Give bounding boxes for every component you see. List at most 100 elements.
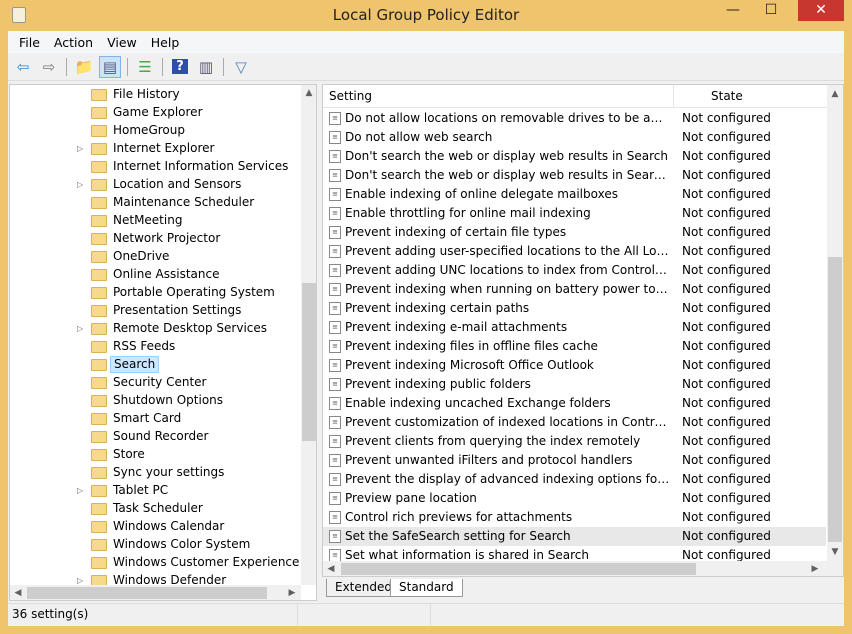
table-row[interactable]: ≡ Do not allow locations on removable dri… [323, 109, 826, 128]
scroll-up-icon[interactable]: ▲ [827, 89, 843, 99]
action-pane-button[interactable]: ▥ [195, 56, 217, 78]
table-row[interactable]: ≡ Prevent indexing e-mail attachments Not … [323, 318, 826, 337]
table-row[interactable]: ≡ Enable throttling for online mail index… [323, 204, 826, 223]
menu-view[interactable]: View [100, 35, 144, 50]
scroll-thumb[interactable] [341, 563, 696, 575]
scroll-down-icon[interactable]: ▼ [827, 547, 843, 557]
table-row[interactable]: ≡ Enable indexing uncached Exchange folde… [323, 394, 826, 413]
minimize-button[interactable]: — [720, 0, 746, 21]
table-row[interactable]: ≡ Prevent the display of advanced indexin… [323, 470, 826, 489]
table-row[interactable]: ≡ Prevent indexing Microsoft Office Outlo… [323, 356, 826, 375]
expand-icon[interactable]: ▷ [77, 320, 83, 338]
tree-item[interactable]: Maintenance Scheduler [10, 194, 300, 212]
maximize-button[interactable]: ☐ [758, 0, 784, 21]
tree-item[interactable]: OneDrive [10, 248, 300, 266]
tree-item[interactable]: RSS Feeds [10, 338, 300, 356]
tree-item[interactable]: ▷ Tablet PC [10, 482, 300, 500]
tree-item[interactable]: ▷ Location and Sensors [10, 176, 300, 194]
filter-button[interactable]: ▽ [230, 56, 252, 78]
scroll-thumb[interactable] [828, 257, 842, 542]
table-row[interactable]: ≡ Prevent customization of indexed locati… [323, 413, 826, 432]
scroll-up-icon[interactable]: ▲ [301, 88, 316, 98]
tree-horizontal-scrollbar[interactable]: ◀ ▶ [10, 585, 301, 600]
tree-item[interactable]: Windows Color System [10, 536, 300, 554]
tree-item[interactable]: ▷ Windows Defender [10, 572, 300, 585]
expand-icon[interactable]: ▷ [77, 482, 83, 500]
setting-name: Do not allow web search [345, 130, 493, 144]
tree-item[interactable]: Presentation Settings [10, 302, 300, 320]
show-hide-tree-button[interactable]: ▤ [99, 55, 121, 78]
list-horizontal-scrollbar[interactable]: ◀ ▶ [323, 561, 843, 576]
tree-item[interactable]: Shutdown Options [10, 392, 300, 410]
tree-item[interactable]: NetMeeting [10, 212, 300, 230]
tree-item[interactable]: Security Center [10, 374, 300, 392]
tree-item[interactable]: Game Explorer [10, 104, 300, 122]
up-folder-icon: 📁 [74, 57, 94, 76]
setting-name: Prevent indexing of certain file types [345, 225, 567, 239]
tree-item[interactable]: Search [10, 356, 300, 374]
policy-setting-icon: ≡ [329, 492, 341, 505]
expand-icon[interactable]: ▷ [77, 140, 83, 158]
help-button[interactable]: ? [169, 56, 191, 78]
tree-item[interactable]: Windows Calendar [10, 518, 300, 536]
tree-item[interactable]: Network Projector [10, 230, 300, 248]
export-list-button[interactable]: ☰ [134, 56, 156, 78]
table-row[interactable]: ≡ Control rich previews for attachments No… [323, 508, 826, 527]
table-row[interactable]: ≡ Prevent indexing certain paths Not confi… [323, 299, 826, 318]
table-row[interactable]: ≡ Set the SafeSearch setting for Search No… [323, 527, 826, 546]
tree-item[interactable]: Task Scheduler [10, 500, 300, 518]
table-row[interactable]: ≡ Enable indexing of online delegate mail… [323, 185, 826, 204]
tree-item-label: Security Center [113, 375, 207, 389]
table-row[interactable]: ≡ Prevent indexing of certain file types N… [323, 223, 826, 242]
table-row[interactable]: ≡ Prevent adding UNC locations to index f… [323, 261, 826, 280]
scroll-right-icon[interactable]: ▶ [807, 564, 823, 574]
tree-vertical-scrollbar[interactable]: ▲ [301, 85, 316, 585]
table-row[interactable]: ≡ Prevent indexing files in offline files… [323, 337, 826, 356]
tree-item[interactable]: Sync your settings [10, 464, 300, 482]
tree-item-label: Task Scheduler [113, 501, 203, 515]
tree-item[interactable]: ▷ Remote Desktop Services [10, 320, 300, 338]
tree-item[interactable]: Sound Recorder [10, 428, 300, 446]
column-setting[interactable]: Setting [329, 89, 372, 103]
policy-tree: File History Game Explorer HomeGroup ▷ Inter… [10, 85, 301, 585]
tree-item[interactable]: Windows Customer Experience Imp [10, 554, 301, 572]
view-tabs: Extended Standard [322, 577, 844, 599]
tree-item[interactable]: Smart Card [10, 410, 300, 428]
tree-item[interactable]: Portable Operating System [10, 284, 300, 302]
tree-item[interactable]: Store [10, 446, 300, 464]
scroll-thumb[interactable] [302, 283, 316, 441]
tree-item[interactable]: File History [10, 86, 300, 104]
table-row[interactable]: ≡ Don't search the web or display web res… [323, 166, 826, 185]
tree-item[interactable]: HomeGroup [10, 122, 300, 140]
table-row[interactable]: ≡ Prevent indexing when running on batter… [323, 280, 826, 299]
menu-help[interactable]: Help [144, 35, 187, 50]
table-row[interactable]: ≡ Preview pane location Not configured [323, 489, 826, 508]
scroll-thumb[interactable] [27, 587, 267, 599]
close-button[interactable]: ✕ [798, 0, 844, 21]
tree-item-label: Shutdown Options [113, 393, 224, 407]
table-row[interactable]: ≡ Prevent adding user-specified locations… [323, 242, 826, 261]
menu-file[interactable]: File [12, 35, 47, 50]
scroll-left-icon[interactable]: ◀ [10, 588, 26, 598]
tab-standard[interactable]: Standard [390, 579, 463, 597]
up-folder-button[interactable]: 📁 [73, 56, 95, 78]
table-row[interactable]: ≡ Prevent clients from querying the index… [323, 432, 826, 451]
back-arrow-button[interactable]: ⇦ [12, 56, 34, 78]
table-row[interactable]: ≡ Prevent unwanted iFilters and protocol … [323, 451, 826, 470]
setting-state: Not configured [682, 358, 771, 372]
forward-arrow-button[interactable]: ⇨ [38, 56, 60, 78]
column-state[interactable]: State [711, 89, 743, 103]
scroll-right-icon[interactable]: ▶ [284, 588, 300, 598]
table-row[interactable]: ≡ Prevent indexing public folders Not conf… [323, 375, 826, 394]
table-row[interactable]: ≡ Don't search the web or display web res… [323, 147, 826, 166]
list-vertical-scrollbar[interactable]: ▲ ▼ [827, 85, 843, 561]
expand-icon[interactable]: ▷ [77, 176, 83, 194]
expand-icon[interactable]: ▷ [77, 572, 83, 585]
scroll-left-icon[interactable]: ◀ [323, 564, 339, 574]
folder-icon [91, 395, 107, 407]
tree-item[interactable]: Online Assistance [10, 266, 300, 284]
menu-action[interactable]: Action [47, 35, 100, 50]
tree-item[interactable]: ▷ Internet Explorer [10, 140, 300, 158]
tree-item[interactable]: Internet Information Services [10, 158, 300, 176]
table-row[interactable]: ≡ Do not allow web search Not configured [323, 128, 826, 147]
